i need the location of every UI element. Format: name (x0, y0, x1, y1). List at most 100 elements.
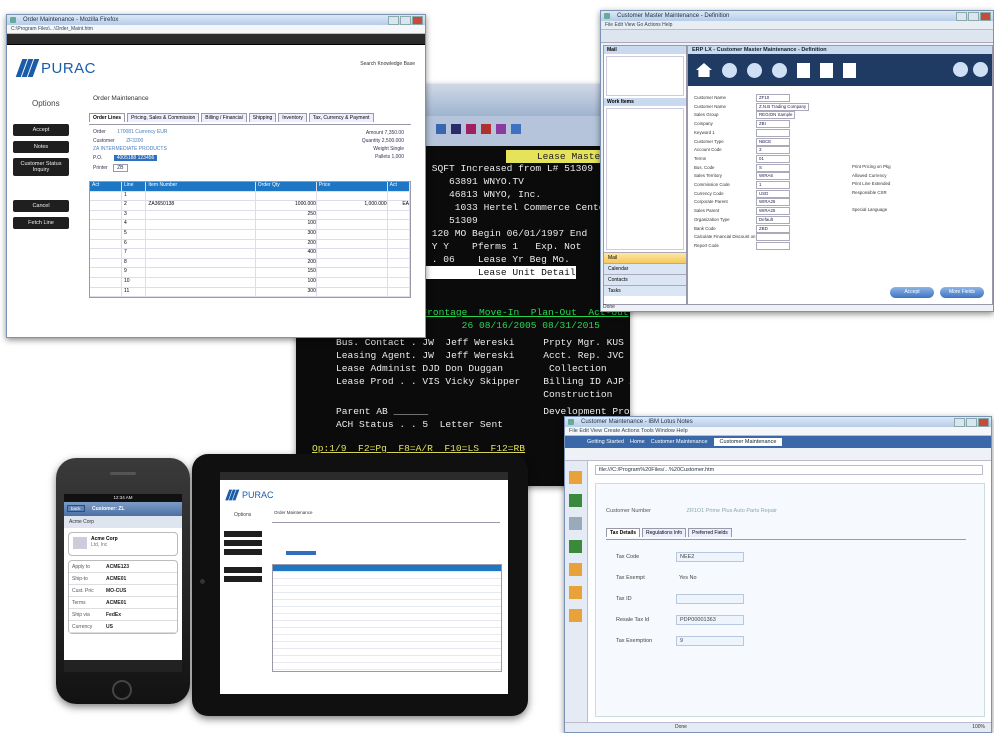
field-input[interactable] (756, 128, 790, 137)
field-input[interactable]: ZF10 (756, 94, 790, 102)
form-field[interactable]: Sales Parent WIRA25 (694, 207, 844, 216)
list-item[interactable]: Terms ACME01 (69, 597, 177, 609)
tab-customer-maintenance-active[interactable]: Customer Maintenance (713, 438, 783, 446)
minimize-button[interactable] (954, 418, 965, 427)
maximize-button[interactable] (966, 418, 977, 427)
tab-order-lines[interactable]: Order Lines (89, 113, 126, 122)
ie-menu-bar[interactable]: File Edit View Create Actions Tools Wind… (565, 427, 991, 436)
nav-mail[interactable]: Mail (604, 252, 686, 263)
print-all-icon[interactable] (797, 62, 810, 78)
ipad-menu-button[interactable] (224, 576, 262, 582)
tool-icon[interactable] (451, 124, 461, 134)
form-field[interactable]: Customer Name ZF10 (694, 94, 844, 103)
tool-icon[interactable] (481, 124, 491, 134)
field-input[interactable]: 01 (756, 154, 790, 163)
print-blank-icon[interactable] (820, 62, 833, 78)
form-field[interactable]: P.O. 4005188 123456 (93, 155, 158, 161)
form-field[interactable]: Printer ZB (93, 164, 128, 172)
cancel-button[interactable]: Cancel (13, 200, 69, 212)
help-icon[interactable] (973, 62, 988, 77)
table-row[interactable]: 2 ZA3650138 1000.000 1,000.000 EA (90, 201, 410, 211)
form-field[interactable]: Corporate Parent WIRA25 (694, 198, 844, 207)
nav-calendar[interactable]: Calendar (604, 263, 686, 274)
list-item[interactable]: Cust. Pric MO-CUS (69, 585, 177, 597)
minimize-button[interactable] (956, 12, 967, 21)
rail-icon[interactable] (569, 540, 582, 553)
list-item[interactable]: Currency US (69, 621, 177, 633)
form-field[interactable]: Report Code (694, 241, 844, 251)
ie-address-bar[interactable]: file:///C:/Program%20Files/...%20Custome… (595, 465, 983, 475)
field-input[interactable]: PDP00001363 (676, 614, 744, 625)
minimize-button[interactable] (388, 16, 399, 25)
rail-icon[interactable] (569, 494, 582, 507)
field-input[interactable] (676, 593, 744, 604)
tab-preferred[interactable]: Preferred Fields (688, 528, 732, 537)
address-bar[interactable]: C:\Program Files\...\Order_Maint.htm (7, 25, 425, 34)
nav-tasks[interactable]: Tasks (604, 285, 686, 296)
iphone-home-button[interactable] (112, 680, 132, 700)
rail-icon[interactable] (569, 563, 582, 576)
maximize-button[interactable] (400, 16, 411, 25)
column-header[interactable]: Act (90, 182, 123, 191)
field-input[interactable]: NEE2 (676, 551, 744, 562)
form-field[interactable]: Sales Group REGION Sample (694, 111, 844, 120)
erp-menu-bar[interactable]: File Edit View Go Actions Help (601, 21, 993, 30)
form-field[interactable]: Customer Type NBCE (694, 137, 844, 147)
field-input[interactable]: USD (756, 189, 790, 198)
forward-icon[interactable] (772, 62, 787, 78)
form-field[interactable]: Terms 01 (694, 154, 844, 164)
form-field[interactable]: Customer Name Z.N.B Trading Company (694, 102, 844, 112)
field-input[interactable]: Z.N.B Trading Company (756, 102, 810, 111)
close-button[interactable] (980, 12, 991, 21)
customer-status-button[interactable]: Customer Status Inquiry (13, 158, 69, 176)
form-field[interactable]: Account Code 3 (694, 146, 844, 155)
table-row[interactable]: 1 (90, 191, 410, 202)
table-row[interactable]: 11 300 (90, 287, 410, 298)
list-item[interactable]: Ship via FedEx (69, 609, 177, 621)
refresh-icon[interactable] (843, 62, 856, 78)
form-field[interactable]: Company ZBI (694, 120, 844, 129)
erp-accept-button[interactable]: Accept (890, 287, 934, 298)
table-row[interactable]: 10 100 (90, 277, 410, 288)
field-input[interactable]: 1 (756, 181, 790, 190)
form-field[interactable]: Currency Code USD (694, 189, 844, 199)
form-field[interactable]: Commission Code 1 (694, 181, 844, 190)
maximize-button[interactable] (968, 12, 979, 21)
column-header[interactable]: Order Qty (256, 182, 317, 191)
rail-icon[interactable] (569, 471, 582, 484)
form-field[interactable]: Customer ZF3200 (93, 138, 143, 144)
field-input[interactable]: Yes No (676, 574, 700, 582)
table-row[interactable]: 5 300 (90, 229, 410, 240)
tool-icon[interactable] (496, 124, 506, 134)
field-input[interactable]: WIRA6 (756, 172, 790, 181)
tab-inventory[interactable]: Inventory (278, 113, 307, 122)
lease-unit-detail[interactable]: Lease Unit Detail (426, 266, 576, 279)
ipad-menu-button[interactable] (224, 567, 262, 573)
table-row[interactable]: 8 200 (90, 258, 410, 269)
form-field[interactable]: Tax Exempt Yes No (616, 567, 744, 588)
back-icon[interactable] (747, 62, 762, 78)
field-input[interactable] (756, 233, 790, 242)
tab-billing[interactable]: Billing / Financial (201, 113, 247, 122)
field-input[interactable]: ZBI (756, 120, 790, 129)
tab-regulations[interactable]: Regulations Info (642, 528, 687, 537)
home-icon[interactable] (696, 63, 712, 77)
field-input[interactable]: NBCE (756, 137, 790, 146)
list-item[interactable]: Ship-to ACME01 (69, 573, 177, 585)
form-field[interactable]: Organization Type Default (694, 215, 844, 225)
column-header[interactable]: Item Number (146, 182, 256, 191)
table-row[interactable]: 3 250 (90, 210, 410, 221)
table-row[interactable]: 9 150 (90, 268, 410, 278)
po-input[interactable]: 4005188 123456 (113, 155, 158, 161)
close-button[interactable] (412, 16, 423, 25)
tab-tax-details[interactable]: Tax Details (606, 528, 641, 537)
table-row[interactable]: 7 400 (90, 249, 410, 259)
form-field[interactable]: Order 170081 Currency EUR (93, 129, 167, 135)
field-input[interactable]: REGION Sample (756, 111, 796, 120)
ipad-menu-button[interactable] (224, 549, 262, 555)
field-input[interactable]: ZBD (756, 224, 790, 233)
form-field[interactable]: Tax Code NEE2 (616, 546, 744, 567)
form-field[interactable]: Tax ID (616, 588, 744, 609)
close-button[interactable] (978, 418, 989, 427)
list-item[interactable]: Apply to ACME123 (69, 561, 177, 573)
